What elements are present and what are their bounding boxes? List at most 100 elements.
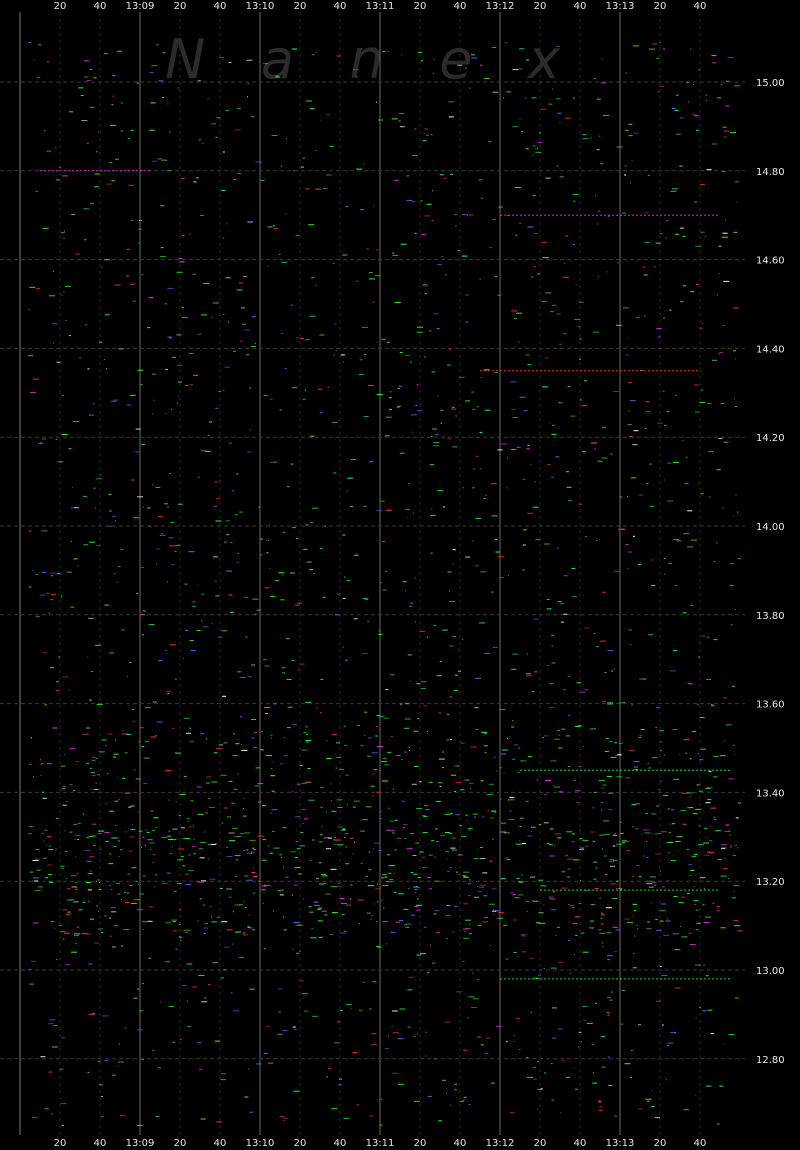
quote-point bbox=[168, 1006, 174, 1007]
quote-point bbox=[656, 1000, 661, 1002]
quote-point bbox=[155, 486, 161, 488]
quote-point bbox=[541, 794, 543, 795]
quote-point bbox=[691, 539, 697, 541]
quote-point bbox=[452, 837, 456, 839]
quote-point bbox=[536, 779, 539, 781]
quote-point bbox=[430, 514, 436, 516]
quote-point bbox=[572, 194, 579, 196]
quote-point bbox=[70, 540, 72, 542]
quote-point bbox=[34, 890, 41, 892]
quote-point bbox=[87, 873, 93, 875]
quote-point bbox=[399, 452, 405, 454]
quote-point bbox=[242, 934, 248, 936]
quote-point bbox=[421, 867, 428, 868]
quote-point bbox=[203, 932, 206, 934]
quote-point bbox=[165, 650, 167, 651]
quote-point bbox=[308, 224, 315, 226]
x-tick-label-top: 20 bbox=[174, 1, 187, 12]
quote-point bbox=[500, 753, 506, 755]
quote-point bbox=[672, 188, 678, 190]
quote-point bbox=[115, 825, 117, 826]
quote-point bbox=[244, 329, 250, 331]
quote-point bbox=[175, 948, 178, 950]
quote-point bbox=[98, 830, 105, 832]
quote-point bbox=[380, 811, 382, 813]
quote-point bbox=[133, 517, 140, 519]
quote-point bbox=[118, 855, 120, 857]
quote-point bbox=[579, 691, 586, 693]
quote-point bbox=[448, 349, 451, 351]
quote-point bbox=[416, 954, 422, 956]
quote-point bbox=[185, 630, 189, 631]
quote-point bbox=[457, 854, 463, 856]
quote-point bbox=[599, 1106, 603, 1108]
quote-point bbox=[447, 438, 452, 440]
quote-point bbox=[124, 1027, 126, 1029]
quote-point bbox=[397, 388, 400, 389]
quote-point bbox=[731, 685, 735, 687]
quote-point bbox=[35, 616, 40, 618]
quote-point bbox=[615, 880, 619, 882]
quote-point bbox=[331, 810, 337, 812]
quote-point bbox=[398, 893, 405, 895]
quote-point bbox=[30, 960, 36, 962]
quote-point bbox=[50, 599, 54, 601]
quote-point bbox=[609, 741, 613, 743]
quote-point bbox=[331, 1108, 338, 1110]
quote-point bbox=[138, 228, 142, 230]
quote-point bbox=[133, 899, 139, 901]
quote-point bbox=[233, 350, 236, 352]
quote-point bbox=[312, 507, 319, 509]
quote-point bbox=[667, 462, 672, 464]
quote-point bbox=[578, 358, 581, 360]
quote-point bbox=[465, 556, 471, 558]
quote-point bbox=[630, 644, 632, 646]
quote-point bbox=[376, 510, 383, 512]
quote-point bbox=[727, 57, 734, 59]
quote-point bbox=[423, 356, 426, 358]
quote-point bbox=[386, 943, 388, 945]
quote-point bbox=[703, 921, 710, 923]
quote-point bbox=[55, 147, 57, 149]
quote-point bbox=[504, 42, 508, 44]
quote-point bbox=[247, 96, 248, 98]
quote-point bbox=[556, 313, 561, 315]
quote-point bbox=[271, 790, 275, 792]
quote-point bbox=[537, 147, 539, 149]
quote-point bbox=[410, 361, 412, 363]
quote-point bbox=[728, 778, 734, 780]
quote-point bbox=[337, 885, 343, 887]
quote-point bbox=[455, 782, 462, 783]
quote-point bbox=[325, 174, 332, 176]
quote-point bbox=[692, 730, 697, 732]
quote-point bbox=[618, 702, 623, 704]
quote-point bbox=[680, 810, 687, 812]
quote-point bbox=[179, 261, 185, 263]
quote-point bbox=[657, 422, 663, 424]
quote-point bbox=[320, 678, 324, 680]
quote-point bbox=[444, 274, 447, 276]
quote-point bbox=[444, 178, 447, 179]
quote-point bbox=[437, 264, 442, 266]
quote-point bbox=[65, 855, 67, 857]
quote-point bbox=[293, 921, 300, 923]
quote-point bbox=[113, 845, 117, 847]
quote-point bbox=[697, 483, 699, 485]
quote-point bbox=[112, 515, 116, 517]
quote-point bbox=[41, 874, 43, 876]
quote-point bbox=[45, 877, 49, 879]
quote-point bbox=[695, 129, 699, 131]
quote-point bbox=[38, 886, 44, 888]
quote-point bbox=[644, 241, 650, 243]
quote-point bbox=[130, 829, 136, 831]
quote-point bbox=[239, 904, 243, 906]
quote-point bbox=[69, 748, 76, 750]
quote-point bbox=[477, 886, 478, 887]
quote-point bbox=[553, 785, 555, 787]
quote-point bbox=[89, 541, 96, 543]
quote-point bbox=[363, 163, 365, 165]
quote-point bbox=[481, 197, 483, 199]
quote-point bbox=[174, 550, 177, 552]
quote-point bbox=[526, 59, 529, 61]
quote-point bbox=[601, 801, 604, 803]
